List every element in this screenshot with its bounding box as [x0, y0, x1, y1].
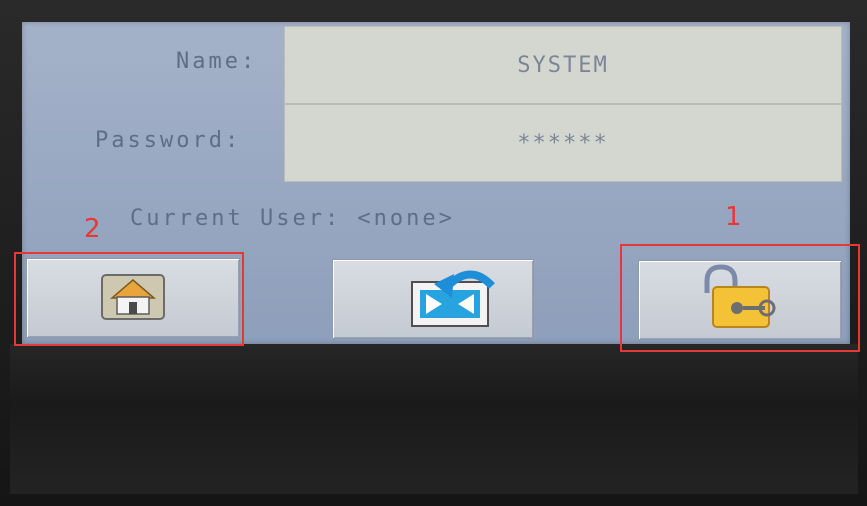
logout-button[interactable] [332, 259, 534, 339]
logout-icon [368, 264, 498, 334]
current-user-text: Current User: <none> [130, 206, 455, 231]
annotation-number-2: 2 [84, 214, 101, 244]
annotation-number-1: 1 [725, 202, 742, 232]
annotation-box-2 [14, 252, 244, 346]
name-label: Name: [176, 49, 258, 74]
password-field[interactable]: ****** [284, 104, 842, 182]
password-label: Password: [95, 128, 242, 153]
name-field[interactable]: SYSTEM [284, 26, 842, 104]
annotation-box-1 [620, 244, 860, 352]
screen-lower-dark-area [10, 344, 858, 494]
